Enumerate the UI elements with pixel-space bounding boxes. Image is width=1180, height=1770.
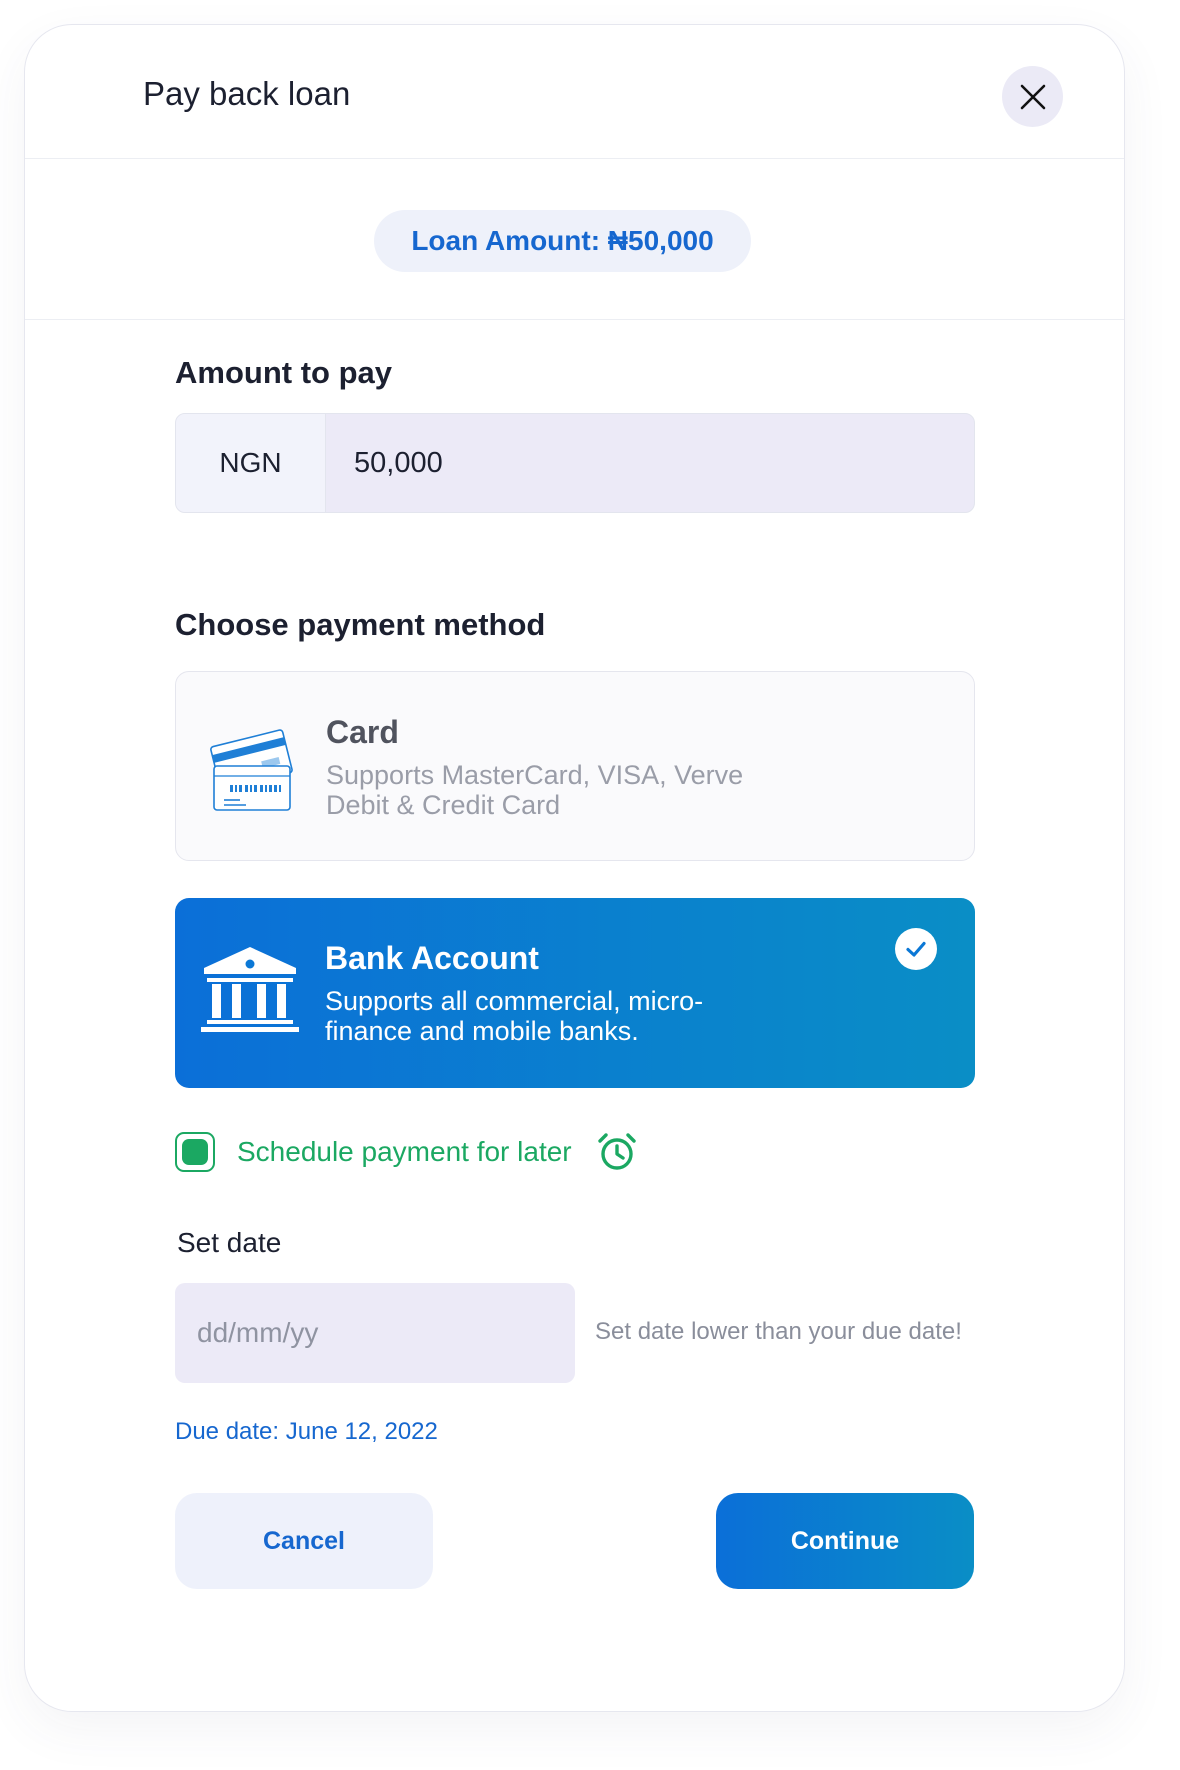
selected-check-icon — [895, 928, 937, 970]
bank-desc-line-1: Supports all commercial, micro- — [325, 986, 704, 1016]
due-date-text: Due date: June 12, 2022 — [175, 1418, 438, 1445]
date-input[interactable] — [175, 1283, 558, 1383]
date-hint: Set date lower than your due date! — [595, 1318, 962, 1345]
continue-button[interactable]: Continue — [716, 1493, 974, 1589]
bank-desc-line-2: finance and mobile banks. — [325, 1016, 639, 1046]
card-desc-line-1: Supports MasterCard, VISA, Verve — [326, 760, 744, 790]
card-method-title: Card — [326, 714, 399, 750]
amount-field: NGN — [175, 413, 975, 513]
cancel-button[interactable]: Cancel — [175, 1493, 433, 1589]
bank-icon — [201, 947, 299, 1032]
card-method-description: Supports MasterCard, VISA, Verve Debit &… — [326, 760, 826, 820]
pay-back-loan-modal: Pay back loan Loan Amount: ₦50,000 Amoun… — [24, 24, 1125, 1712]
loan-amount-section: Loan Amount: ₦50,000 — [25, 160, 1124, 320]
date-field — [175, 1283, 575, 1383]
loan-amount-badge: Loan Amount: ₦50,000 — [374, 210, 751, 272]
amount-to-pay-label: Amount to pay — [175, 355, 392, 390]
alarm-clock-icon — [597, 1133, 636, 1170]
amount-input[interactable] — [326, 414, 974, 512]
bank-method-description: Supports all commercial, micro- finance … — [325, 986, 825, 1046]
set-date-label: Set date — [177, 1227, 282, 1258]
schedule-payment-toggle[interactable]: Schedule payment for later — [175, 1129, 638, 1175]
close-icon — [1020, 84, 1045, 109]
credit-card-icon — [210, 729, 293, 811]
modal-header: Pay back loan — [25, 25, 1124, 159]
schedule-label: Schedule payment for later — [237, 1136, 572, 1167]
payment-method-bank-account[interactable]: Bank Account Supports all commercial, mi… — [175, 898, 975, 1088]
schedule-checkbox[interactable] — [175, 1132, 215, 1172]
bank-method-title: Bank Account — [325, 940, 539, 976]
modal-title: Pay back loan — [143, 75, 351, 112]
currency-selector[interactable]: NGN — [176, 414, 326, 512]
close-button[interactable] — [1002, 66, 1063, 127]
payment-method-card[interactable]: Card Supports MasterCard, VISA, Verve De… — [175, 671, 975, 861]
card-desc-line-2: Debit & Credit Card — [326, 790, 561, 820]
payment-method-label: Choose payment method — [175, 607, 546, 642]
